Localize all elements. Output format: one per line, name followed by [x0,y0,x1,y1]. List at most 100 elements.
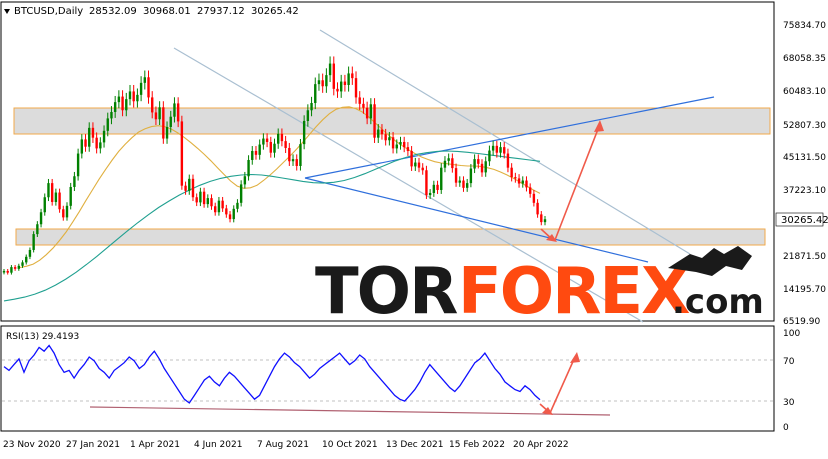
y-tick-label: 37223.10 [783,186,826,196]
bull-candle [65,205,69,218]
bear-candle [195,197,198,203]
bear-candle [184,185,187,191]
bear-candle [451,158,454,169]
bear-candle [510,167,513,178]
bear-candle [162,107,165,139]
bear-candle [214,206,217,213]
bull-candle [484,161,487,173]
trendline-falling [304,177,649,263]
bear-candle [202,191,206,205]
y-tick-label: 45131.50 [783,153,826,163]
bear-candle [225,208,228,215]
ohlc-low: 27937.12 [197,6,245,17]
bull-candle [291,159,295,162]
bull-candle [328,63,332,76]
bear-candle [354,78,358,98]
bear-candle [151,97,154,113]
bear-candle [454,168,458,183]
bull-candle [217,200,221,213]
bear-candle [221,200,224,209]
x-axis: 23 Nov 2020 27 Jan 2021 1 Apr 2021 4 Jun… [3,440,569,450]
channel-line-upper [319,29,691,255]
bear-candle [321,80,324,87]
bear-candle [514,177,517,179]
y-tick-label: 60483.10 [783,87,826,97]
bull-candle [314,84,317,103]
bull-candle [88,127,91,147]
bear-candle [176,103,180,122]
bull-candle [10,267,13,273]
bull-candle [432,184,436,193]
bear-candle [336,88,339,92]
x-tick-label: 13 Dec 2021 [386,440,444,450]
bull-candle [165,126,169,139]
bear-candle [147,77,150,98]
bear-candle [462,180,465,188]
bull-candle [73,176,76,187]
bull-candle [199,191,202,203]
bull-candle [28,249,32,257]
bear-candle [517,178,521,184]
bear-candle [58,192,61,210]
bear-candle [132,91,135,102]
bull-candle [414,162,417,167]
collapse-triangle-icon[interactable] [4,9,10,14]
watermark-com: .com [672,282,764,322]
bear-candle [536,202,539,215]
y-tick-label: 14195.70 [783,285,826,295]
bear-candle [391,137,395,149]
bull-candle [143,77,147,83]
bear-candle [295,159,298,166]
bull-candle [447,158,450,161]
forecast-arrow-line [554,123,601,241]
bear-candle [180,121,184,186]
bear-candle [280,133,284,142]
bear-candle [495,145,499,153]
symbol-label: BTCUSD,Daily [14,6,83,17]
bull-candle [399,141,402,145]
x-tick-label: 15 Feb 2022 [449,440,505,450]
bull-candle [247,159,250,177]
bear-candle [284,141,287,148]
y-tick-label: 21871.50 [783,252,826,262]
bull-candle [347,73,350,85]
bull-candle [69,186,72,206]
bull-candle [21,262,24,266]
bear-candle [503,147,506,154]
bear-candle [417,162,421,168]
rsi-tick-label: 30 [783,398,795,408]
bull-candle [54,192,58,202]
bull-candle [491,145,495,151]
bear-candle [402,141,406,148]
x-tick-label: 20 Apr 2022 [513,440,569,450]
bull-candle [80,139,84,154]
bull-candle [25,256,28,263]
bull-candle [125,99,128,111]
bull-candle [239,184,243,203]
bear-candle [254,150,258,155]
bull-candle [243,176,247,185]
watermark-tor: TOR [315,255,457,329]
bull-candle [232,208,235,220]
x-tick-label: 23 Nov 2020 [3,440,61,450]
bull-candle [302,120,306,145]
bull-candle [2,270,6,273]
bull-candle [236,202,239,209]
rsi-forecast-head [570,352,580,363]
y-tick-label: 68058.35 [783,54,826,64]
bear-candle [210,198,213,207]
bull-candle [32,234,35,250]
bear-candle [191,178,195,198]
bull-candle [443,160,447,168]
bull-candle [39,212,43,225]
bull-candle [136,94,139,102]
bear-candle [425,170,428,196]
bull-candle [543,219,547,223]
rsi-line [3,344,541,404]
bull-candle [469,168,473,184]
resistance-zone [13,107,771,135]
bull-candle [306,110,310,121]
bear-candle [406,147,410,151]
chart-canvas: 30265.42 BTCUSD,Daily 28532.09 30968.01 … [0,1,828,450]
bear-candle [532,193,536,203]
